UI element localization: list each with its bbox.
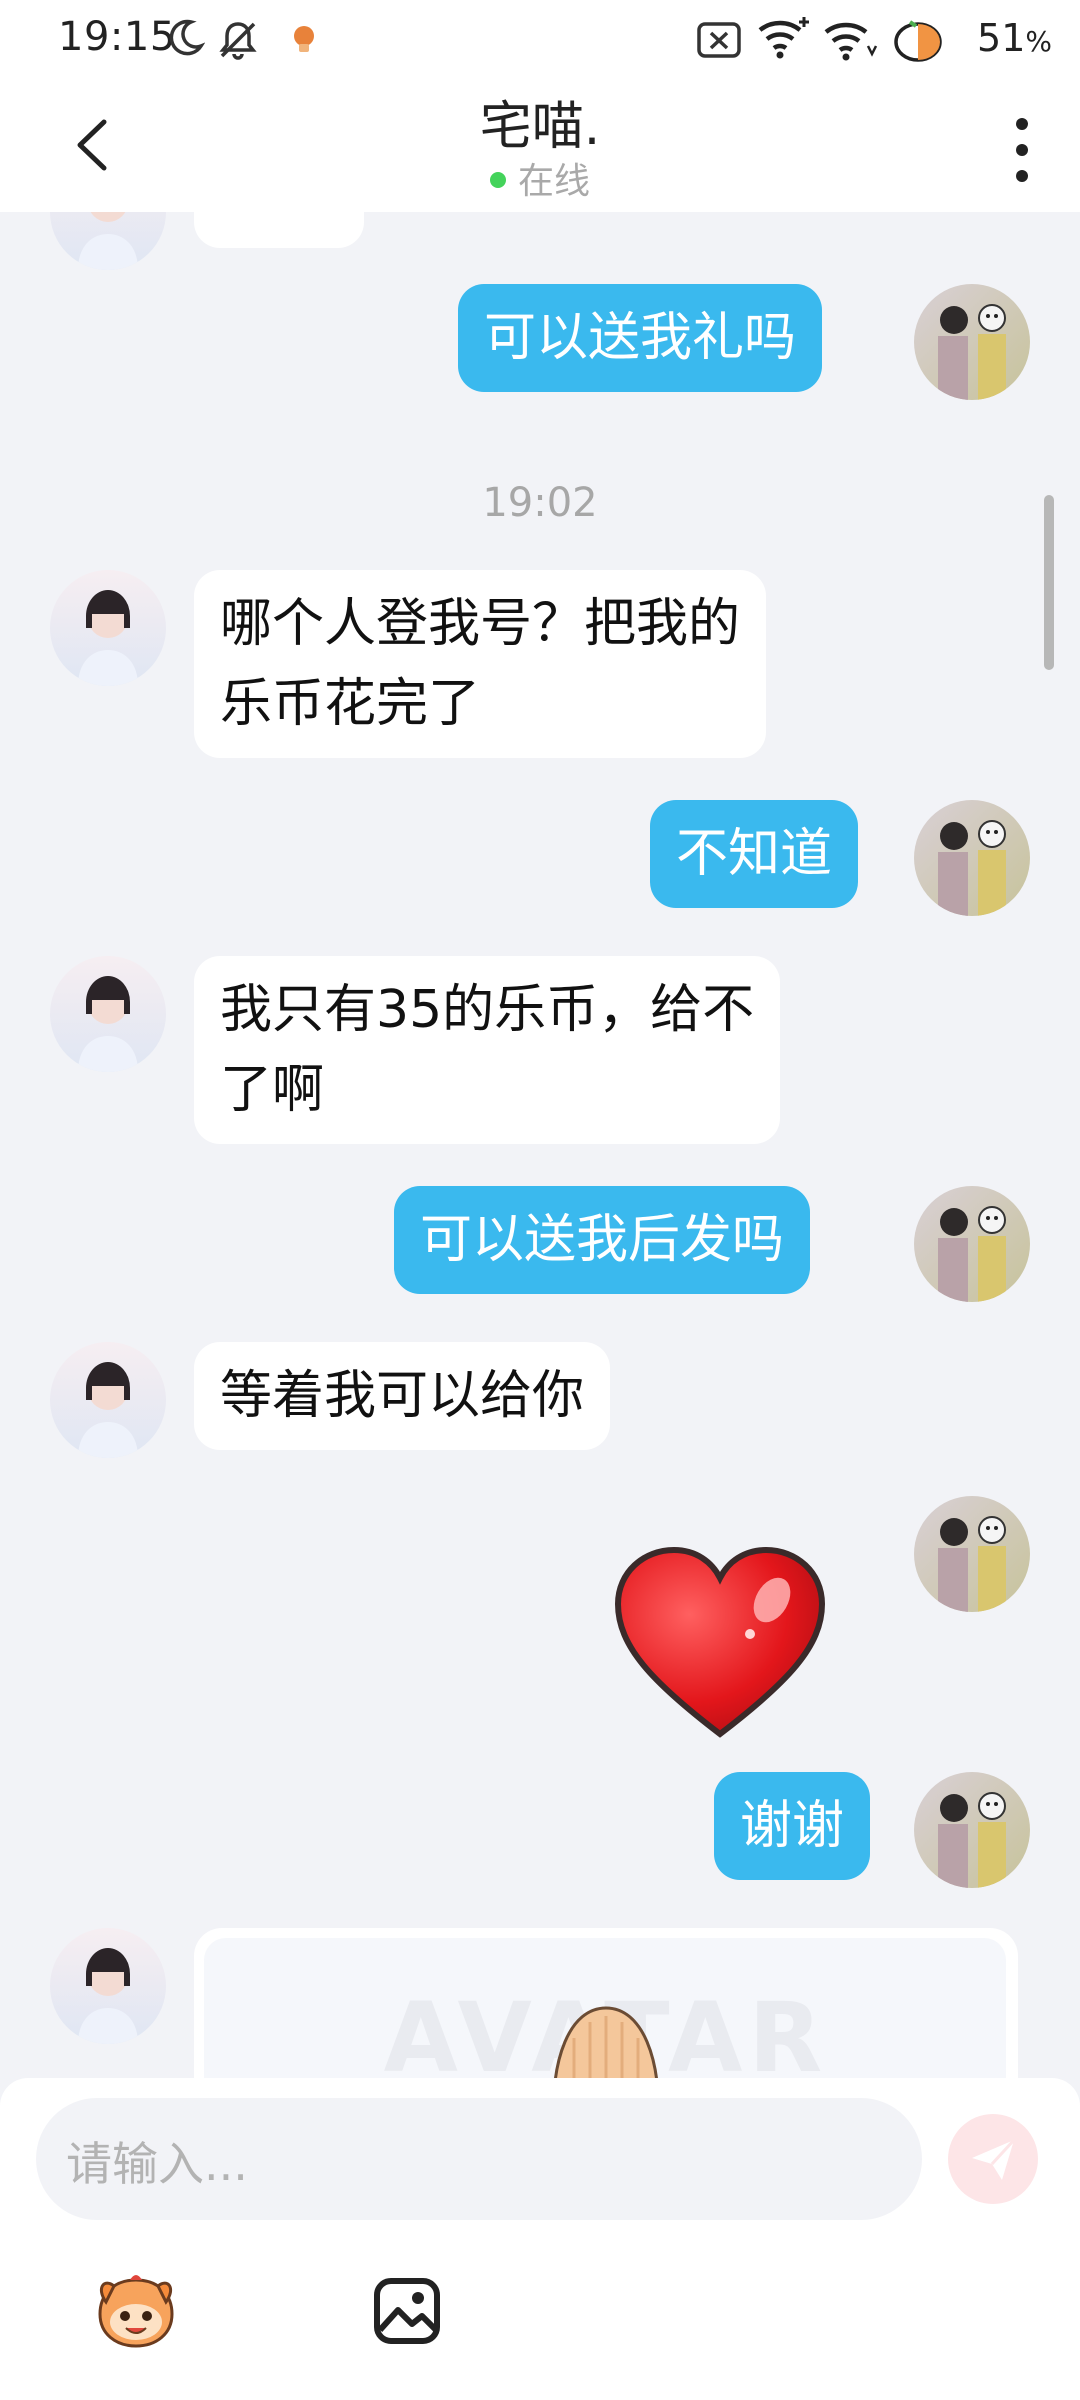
message-composer: 请输入... <box>0 2078 1080 2400</box>
avatar-card-message[interactable]: AVATAR <box>194 1928 1018 2080</box>
contact-avatar[interactable] <box>50 1342 166 1458</box>
moon-icon <box>169 19 205 56</box>
image-picker-icon[interactable] <box>372 2276 442 2346</box>
my-avatar[interactable] <box>914 1186 1030 1302</box>
my-avatar[interactable] <box>914 284 1030 400</box>
online-dot-icon <box>489 172 506 188</box>
input-placeholder: 请输入... <box>66 2137 248 2191</box>
status-bar: 19:15 51% <box>0 0 1080 80</box>
chat-screen: 19:15 51% 宅喵. 在线 可以送我礼吗 19:02 哪个人登我号？把我的… <box>0 0 1080 2400</box>
send-button[interactable] <box>948 2114 1038 2204</box>
contact-avatar[interactable] <box>50 570 166 686</box>
message-input[interactable]: 请输入... <box>36 2098 922 2220</box>
status-time: 19:15 <box>58 14 176 60</box>
message-bubble-incoming[interactable]: 等着我可以给你 <box>194 1342 611 1450</box>
message-list[interactable]: 可以送我礼吗 19:02 哪个人登我号？把我的 乐币花完了 不知道 我只有35的… <box>0 212 1080 2080</box>
message-text-line: 哪个人登我号？把我的 <box>220 594 741 654</box>
chat-header: 宅喵. 在线 <box>0 80 1080 212</box>
character-head-icon <box>553 2006 659 2080</box>
contact-avatar[interactable] <box>50 956 166 1072</box>
timestamp-separator: 19:02 <box>482 480 598 526</box>
wifi-icon <box>758 17 809 59</box>
scrollbar-thumb[interactable] <box>1044 495 1054 670</box>
more-options-icon[interactable] <box>1002 110 1042 190</box>
online-status: 在线 <box>0 152 1080 204</box>
no-sim-icon <box>697 22 741 58</box>
message-text-line: 了啊 <box>220 1060 325 1120</box>
mute-bell-icon <box>219 22 257 60</box>
app-notification-icon <box>294 26 314 52</box>
contact-avatar[interactable] <box>50 212 166 270</box>
contact-name: 宅喵. <box>479 97 601 157</box>
message-bubble-incoming[interactable]: 哪个人登我号？把我的 乐币花完了 <box>194 570 767 758</box>
wifi-icon-2 <box>824 22 878 61</box>
message-bubble-outgoing[interactable]: 可以送我后发吗 <box>394 1186 811 1294</box>
message-bubble-outgoing[interactable]: 谢谢 <box>714 1772 871 1880</box>
message-bubble-incoming[interactable] <box>194 212 364 248</box>
heart-sticker-icon[interactable] <box>612 1542 828 1742</box>
battery-percentage: 51% <box>977 16 1052 60</box>
my-avatar[interactable] <box>914 800 1030 916</box>
send-icon <box>972 2138 1016 2180</box>
message-text-line: 我只有35的乐币，给不 <box>220 980 755 1040</box>
my-avatar[interactable] <box>914 1772 1030 1888</box>
contact-avatar[interactable] <box>50 1928 166 2044</box>
message-bubble-outgoing[interactable]: 不知道 <box>650 800 859 908</box>
battery-icon <box>894 20 942 62</box>
online-status-label: 在线 <box>517 161 590 202</box>
message-bubble-outgoing[interactable]: 可以送我礼吗 <box>458 284 823 392</box>
my-avatar[interactable] <box>914 1496 1030 1612</box>
message-bubble-incoming[interactable]: 我只有35的乐币，给不 了啊 <box>194 956 781 1144</box>
message-text-line: 乐币花完了 <box>220 674 481 734</box>
emoji-mascot-icon[interactable] <box>92 2272 180 2352</box>
